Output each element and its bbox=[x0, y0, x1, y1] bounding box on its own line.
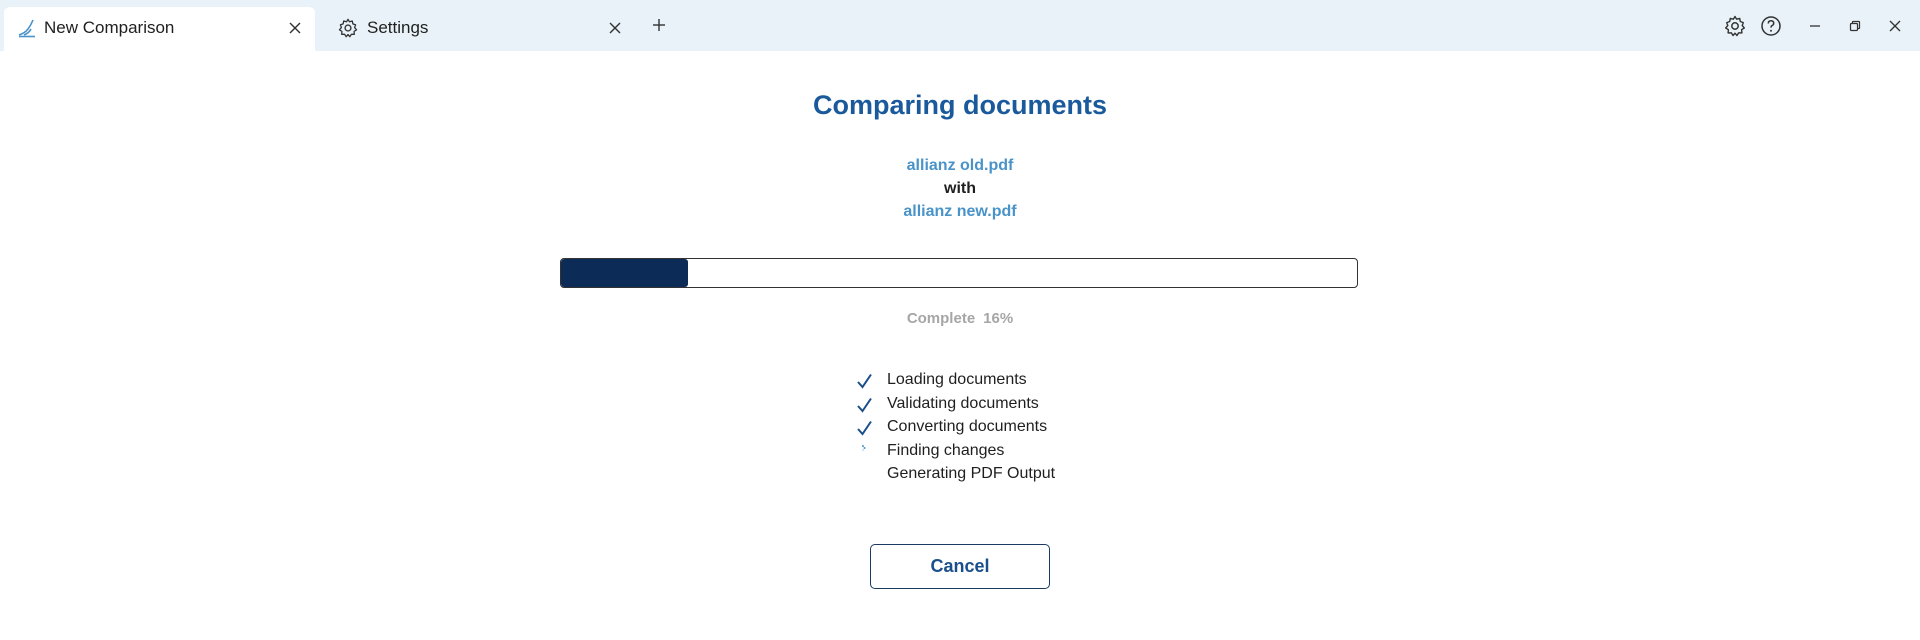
progress-bar-fill bbox=[561, 259, 689, 287]
compare-app-icon bbox=[18, 19, 35, 38]
close-tab-icon[interactable] bbox=[285, 18, 305, 38]
step-list: Loading documents Validating documents C… bbox=[855, 370, 1155, 488]
step-label: Validating documents bbox=[887, 394, 1039, 412]
tab-label: New Comparison bbox=[44, 18, 175, 37]
tab-new-comparison[interactable]: New Comparison bbox=[4, 7, 315, 51]
progress-bar bbox=[560, 258, 1358, 288]
close-tab-icon[interactable] bbox=[605, 18, 625, 38]
step-item: Loading documents bbox=[855, 370, 1155, 394]
checkmark-icon bbox=[857, 373, 872, 389]
step-item: Validating documents bbox=[855, 394, 1155, 418]
cancel-button[interactable]: Cancel bbox=[870, 544, 1050, 589]
tab-settings[interactable]: Settings bbox=[325, 7, 635, 51]
restore-icon[interactable] bbox=[1843, 14, 1867, 38]
step-label: Converting documents bbox=[887, 418, 1048, 435]
checkmark-icon bbox=[857, 420, 872, 436]
help-icon[interactable] bbox=[1759, 14, 1783, 38]
spinner-icon bbox=[862, 444, 866, 451]
new-tab-plus-icon[interactable] bbox=[648, 14, 670, 36]
step-item: Converting documents bbox=[855, 417, 1155, 441]
title-bar: New Comparison Settings bbox=[0, 0, 1920, 51]
step-label: Generating PDF Output bbox=[887, 465, 1056, 482]
page-title: Comparing documents bbox=[812, 90, 1108, 120]
minimize-icon[interactable] bbox=[1803, 14, 1827, 38]
progress-percent: 16% bbox=[983, 310, 1014, 327]
step-item: Finding changes bbox=[855, 441, 1155, 465]
new-document-name: allianz new.pdf bbox=[903, 203, 1017, 220]
step-label: Loading documents bbox=[887, 371, 1027, 388]
progress-label: Complete bbox=[906, 310, 976, 327]
checkmark-icon bbox=[857, 397, 872, 413]
progress-status: Complete 16% bbox=[0, 310, 1920, 327]
gear-icon[interactable] bbox=[1723, 14, 1747, 38]
step-item: Generating PDF Output bbox=[855, 464, 1155, 488]
with-label: with bbox=[944, 180, 976, 197]
old-document-name: allianz old.pdf bbox=[906, 157, 1014, 174]
close-window-icon[interactable] bbox=[1883, 14, 1907, 38]
tab-label: Settings bbox=[367, 18, 429, 37]
gear-icon bbox=[338, 18, 358, 38]
step-label: Finding changes bbox=[887, 441, 1005, 459]
